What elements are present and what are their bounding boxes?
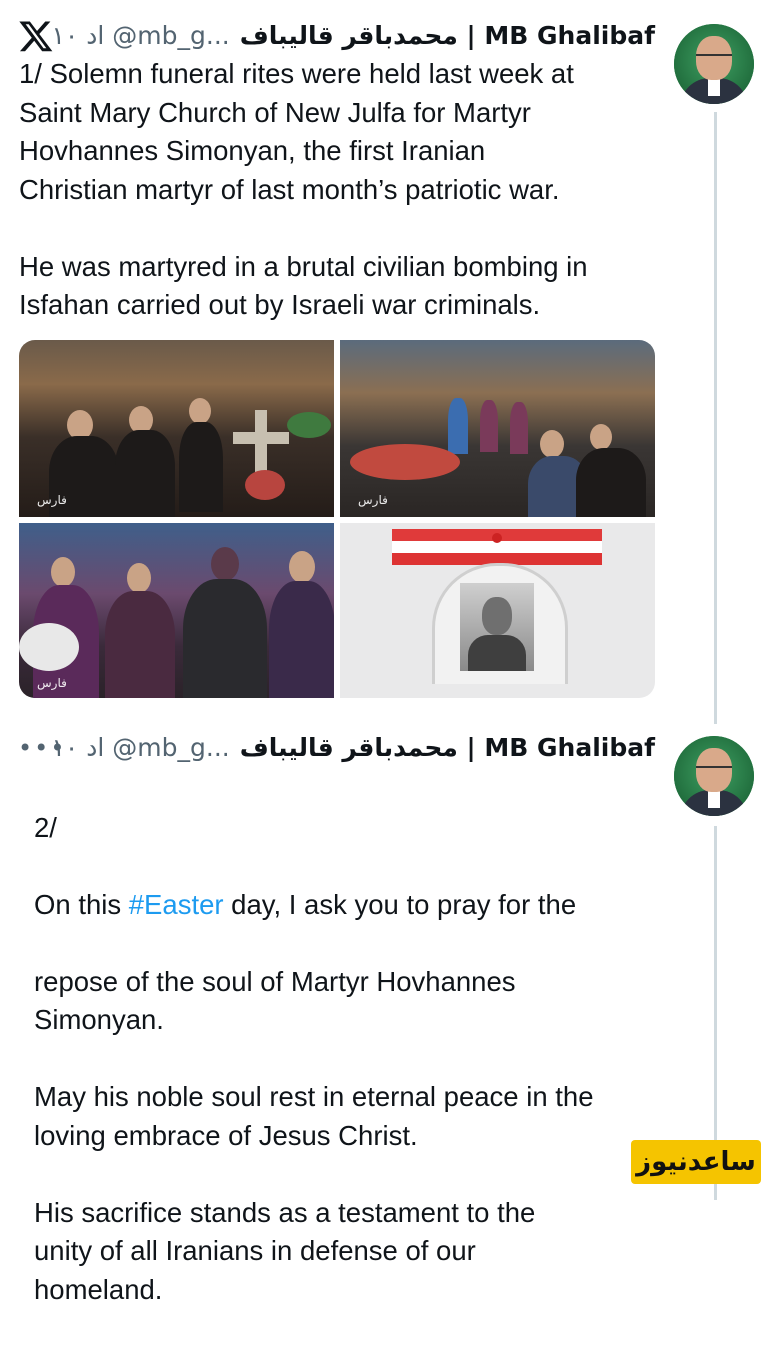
funeral-photo-3[interactable]: فارس bbox=[19, 523, 334, 698]
tweet-header-2: ا‌د ۱۰ ‌@mb_g... محمدباقر قالیباف | MB G… bbox=[51, 732, 655, 762]
tweet-line-number: 2/ bbox=[34, 811, 57, 843]
tweet-line-hashtag: On this #Easter day, I ask you to pray f… bbox=[34, 886, 654, 925]
author-avatar[interactable] bbox=[674, 24, 754, 104]
martyr-portrait-card[interactable] bbox=[340, 523, 655, 698]
handle-and-time[interactable]: ا‌د ۱۰ ‌@mb_g... bbox=[51, 21, 229, 50]
site-watermark-logo: ساعدنیوز bbox=[631, 1140, 761, 1184]
x-logo-icon[interactable] bbox=[18, 18, 54, 54]
tweet-body: repose of the soul of Martyr Hovhannes S… bbox=[34, 965, 594, 1305]
photo-watermark-3: فارس bbox=[37, 676, 67, 690]
author-avatar-2[interactable] bbox=[674, 736, 754, 816]
handle-and-time-2[interactable]: ا‌د ۱۰ ‌@mb_g... bbox=[51, 733, 229, 762]
funeral-photo-2[interactable]: فارس bbox=[340, 340, 655, 517]
text-fragment: On this bbox=[34, 888, 129, 920]
iran-flag-icon bbox=[392, 529, 602, 565]
tweet-header: ا‌د ۱۰ ‌@mb_g... محمدباقر قالیباف | MB G… bbox=[51, 20, 655, 50]
photo-watermark: فارس bbox=[37, 493, 67, 507]
display-name-2[interactable]: محمدباقر قالیباف | MB Ghalibaf bbox=[240, 733, 655, 762]
text-fragment: day, I ask you to pray for the bbox=[223, 888, 577, 920]
photo-grid[interactable]: فارس فارس فارس bbox=[19, 340, 655, 698]
display-name[interactable]: محمدباقر قالیباف | MB Ghalibaf bbox=[240, 21, 655, 50]
tweet-text: 1/ Solemn funeral rites were held last w… bbox=[19, 58, 588, 320]
photo-watermark-2: فارس bbox=[358, 493, 388, 507]
funeral-photo-1[interactable]: فارس bbox=[19, 340, 334, 517]
tweet-text-2: 2/ On this #Easter day, I ask you to pra… bbox=[34, 770, 654, 1348]
martyr-portrait bbox=[460, 583, 534, 671]
thread-connector-line bbox=[714, 112, 717, 724]
hashtag-link[interactable]: #Easter bbox=[129, 889, 224, 920]
